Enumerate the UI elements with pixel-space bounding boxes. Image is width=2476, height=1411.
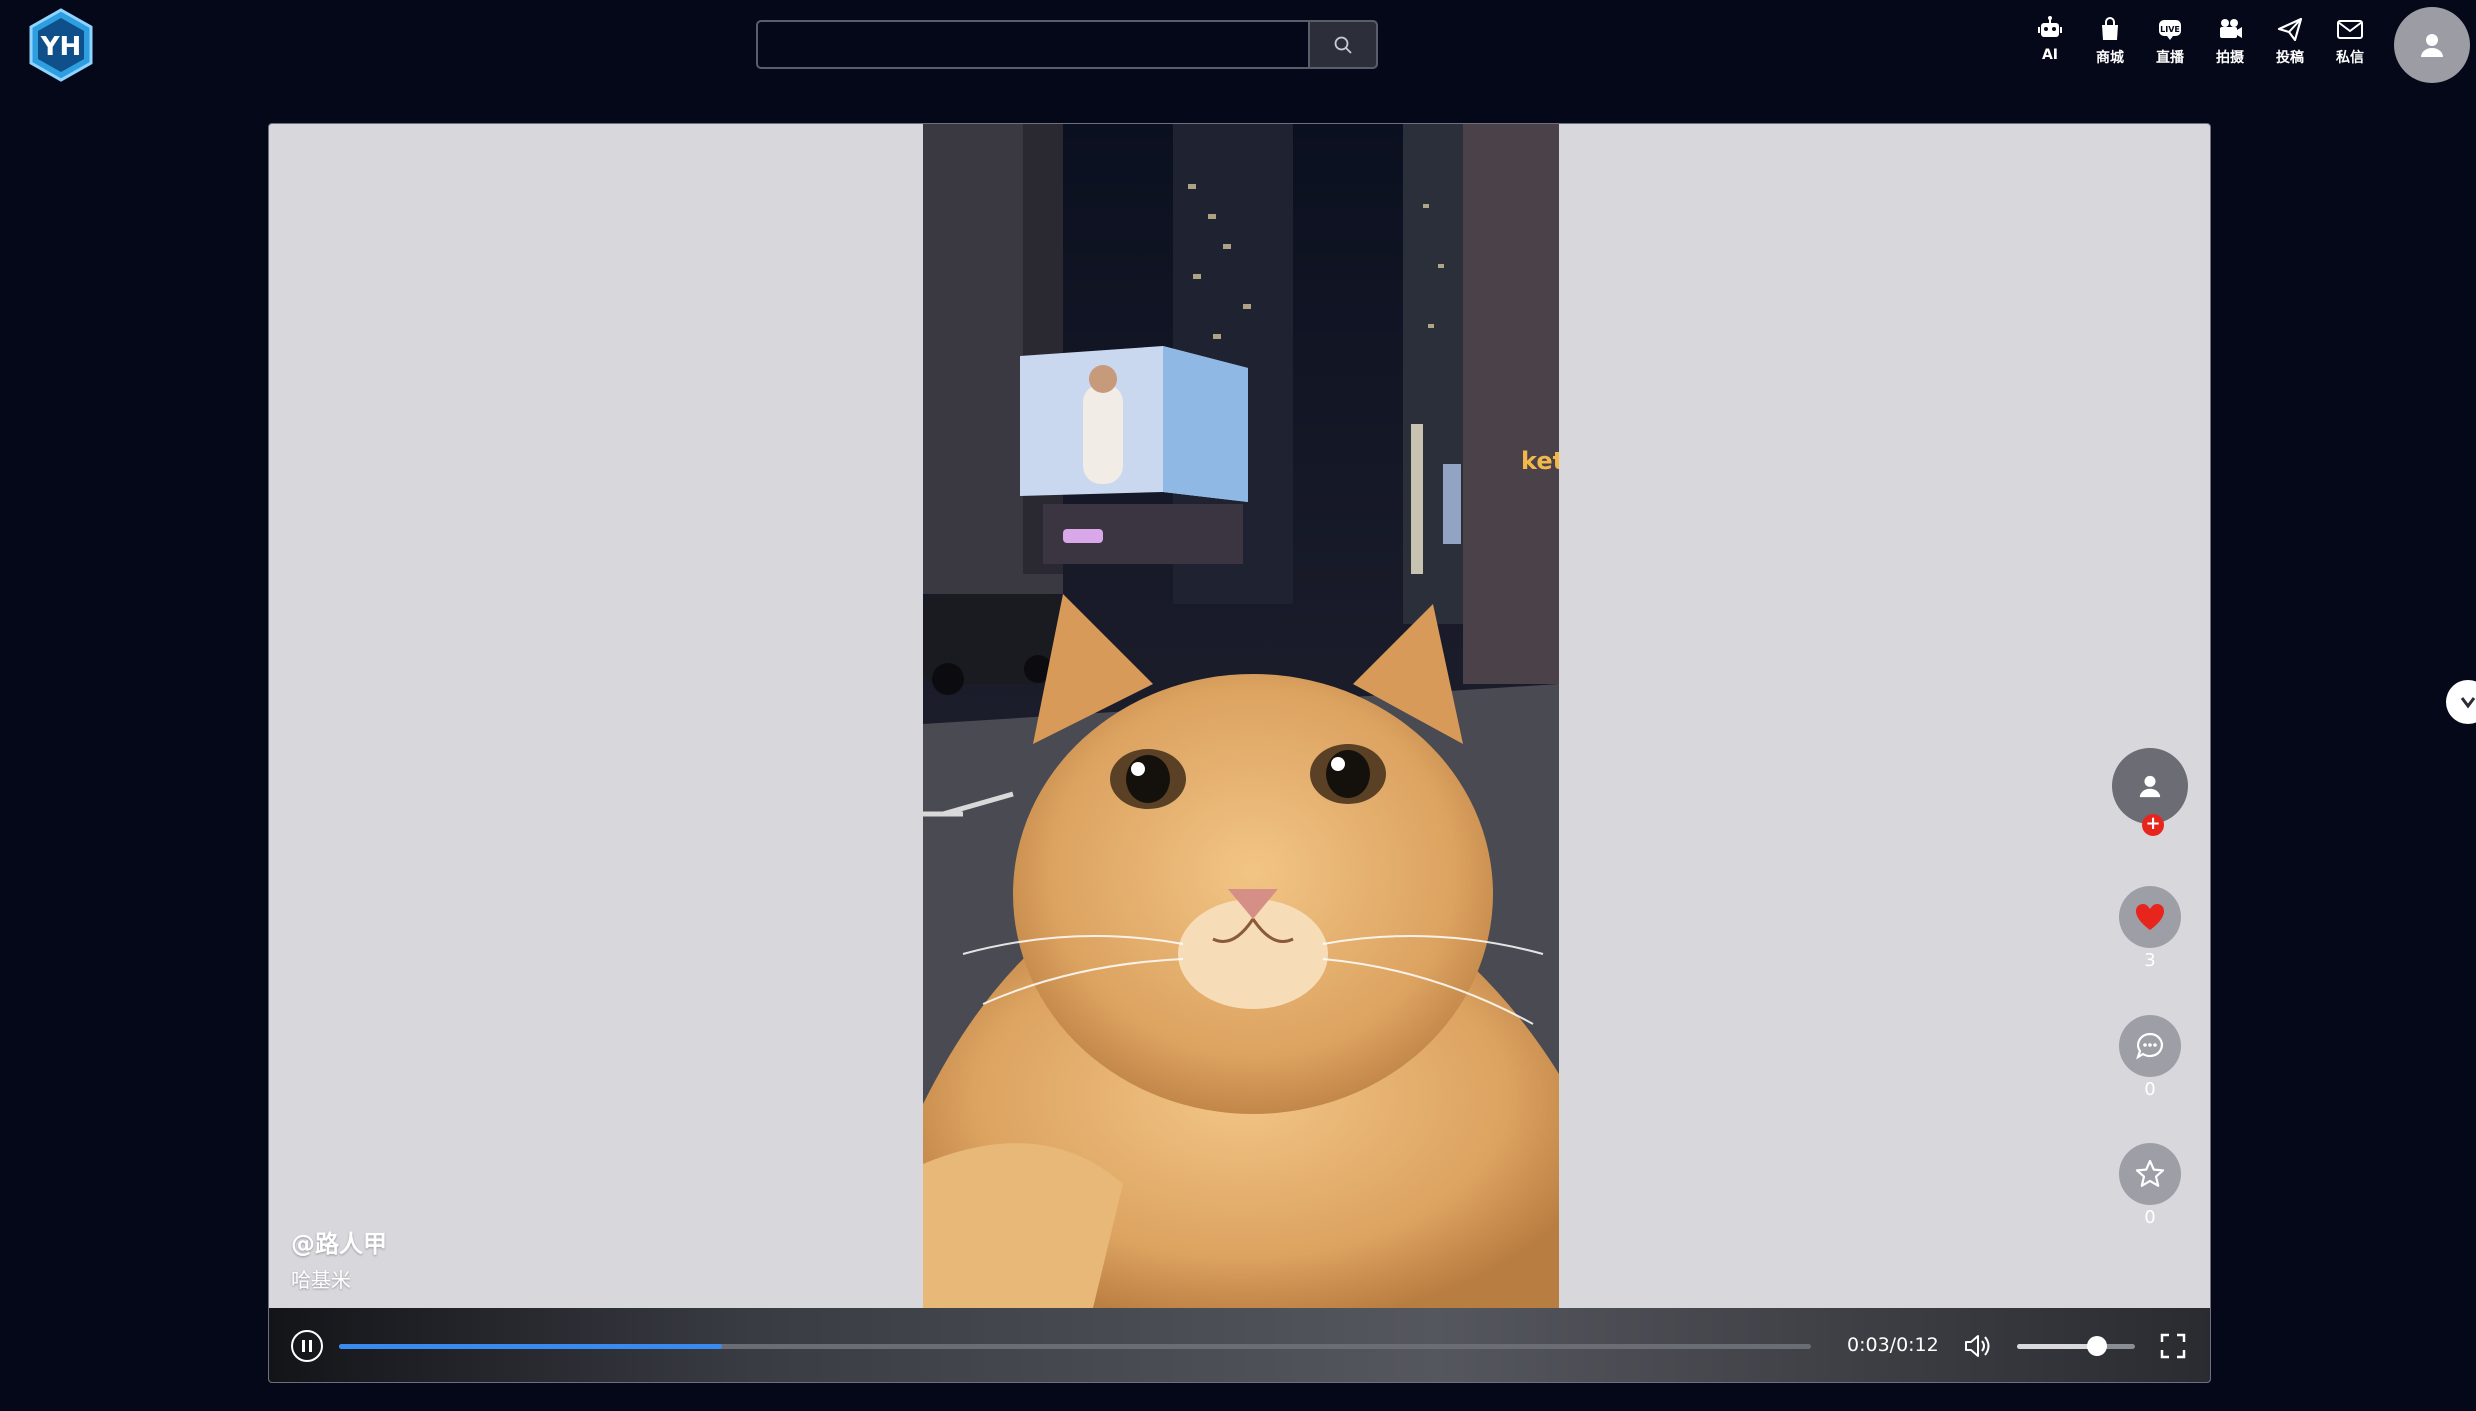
- nav-upload-label: 投稿: [2276, 50, 2304, 66]
- player-controls: 0:03/0:12: [269, 1308, 2210, 1382]
- volume-icon[interactable]: [1963, 1332, 1993, 1360]
- search-bar: [756, 20, 1378, 69]
- next-video-button[interactable]: [2446, 680, 2476, 724]
- nav-messages-label: 私信: [2336, 50, 2364, 66]
- chevron-down-icon: [2460, 697, 2476, 709]
- video-description: 哈基米: [291, 1268, 351, 1292]
- search-input[interactable]: [756, 20, 1308, 69]
- send-icon: [2277, 17, 2303, 42]
- nav-shop[interactable]: 商城: [2080, 14, 2140, 67]
- video-camera-icon: [2220, 19, 2242, 38]
- video-author[interactable]: @路人甲: [291, 1224, 387, 1259]
- pause-button[interactable]: [291, 1330, 323, 1362]
- video-player[interactable]: ket: [268, 123, 2211, 1383]
- nav-upload[interactable]: 投稿: [2260, 14, 2320, 67]
- comment-count: 0: [2144, 1079, 2156, 1100]
- progress-fill: [339, 1344, 722, 1349]
- live-icon: LIVE: [2159, 20, 2181, 40]
- volume-slider[interactable]: [2017, 1344, 2135, 1349]
- nav-ai[interactable]: AI: [2020, 14, 2080, 67]
- robot-icon: [2038, 16, 2062, 37]
- favorite-count: 0: [2144, 1207, 2156, 1228]
- nav-shoot[interactable]: 拍摄: [2200, 14, 2260, 67]
- svg-text:ket: ket: [1521, 447, 1559, 475]
- user-icon: [2421, 34, 2443, 57]
- volume-fill: [2017, 1344, 2098, 1349]
- mail-icon: [2337, 20, 2363, 39]
- user-avatar[interactable]: [2394, 7, 2470, 83]
- video-frame[interactable]: ket: [923, 124, 1559, 1308]
- top-nav: AI 商城 LIVE 直播 拍摄 投稿 私信: [2020, 14, 2380, 67]
- heart-icon: [2136, 904, 2164, 930]
- favorite-button[interactable]: [2119, 1143, 2181, 1205]
- shopping-bag-icon: [2102, 17, 2118, 40]
- fullscreen-icon[interactable]: [2159, 1332, 2187, 1360]
- svg-text:LIVE: LIVE: [2160, 25, 2180, 34]
- nav-shop-label: 商城: [2096, 50, 2124, 66]
- user-icon: [2139, 775, 2161, 798]
- site-logo[interactable]: YH: [28, 8, 94, 82]
- comment-icon: [2136, 1032, 2163, 1060]
- volume-knob[interactable]: [2087, 1336, 2108, 1356]
- nav-live-label: 直播: [2156, 50, 2184, 66]
- svg-text:YH: YH: [40, 32, 82, 62]
- search-button[interactable]: [1308, 20, 1378, 69]
- time-display: 0:03/0:12: [1847, 1334, 1939, 1356]
- nav-live[interactable]: LIVE 直播: [2140, 14, 2200, 67]
- comment-button[interactable]: [2119, 1015, 2181, 1077]
- nav-messages[interactable]: 私信: [2320, 14, 2380, 67]
- cat-video-image: ket: [923, 124, 1559, 1308]
- star-icon: [2135, 1159, 2165, 1187]
- nav-ai-label: AI: [2041, 47, 2059, 63]
- progress-bar[interactable]: [339, 1344, 1811, 1349]
- nav-shoot-label: 拍摄: [2216, 50, 2244, 66]
- like-count: 3: [2144, 950, 2156, 971]
- follow-button[interactable]: +: [2142, 814, 2164, 836]
- like-button[interactable]: [2119, 886, 2181, 948]
- search-icon: [1334, 36, 1352, 54]
